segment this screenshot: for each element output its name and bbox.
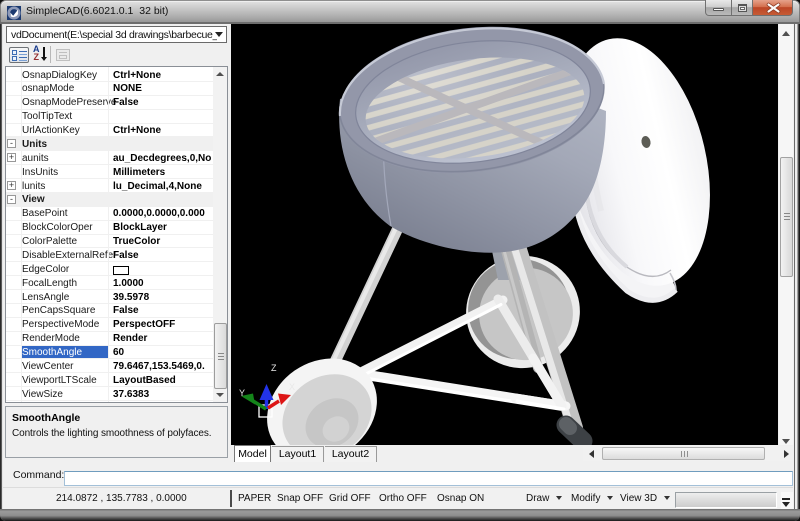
svg-text:X: X: [289, 382, 295, 392]
svg-text:Z: Z: [271, 363, 277, 373]
svg-text:Y: Y: [239, 388, 245, 398]
